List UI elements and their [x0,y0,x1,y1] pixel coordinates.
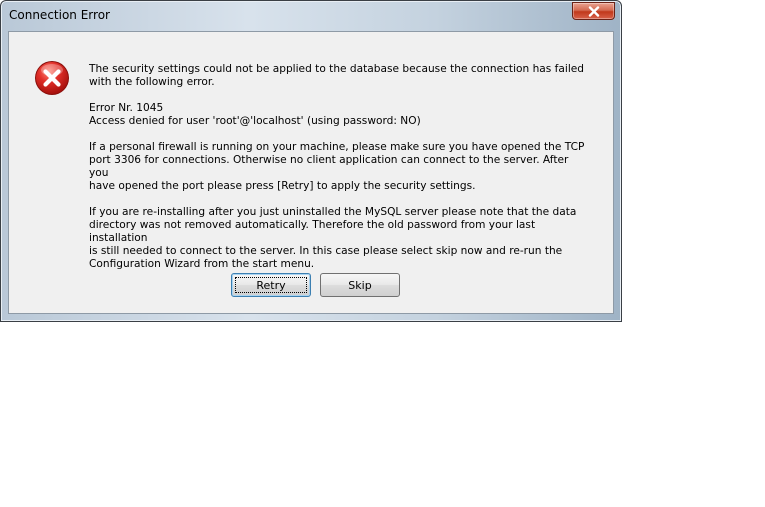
title-bar[interactable]: Connection Error [1,1,621,31]
skip-button-label: Skip [348,278,372,292]
close-icon [588,5,599,17]
retry-button[interactable]: Retry [231,273,311,297]
window-title: Connection Error [9,8,110,22]
message-paragraph-1: The security settings could not be appli… [89,63,585,88]
dialog-body: The security settings could not be appli… [8,31,614,314]
connection-error-dialog: Connection Error The security settings c… [0,0,622,322]
close-button[interactable] [572,2,615,20]
message-paragraph-3: If a personal firewall is running on you… [89,141,585,192]
error-message: The security settings could not be appli… [89,63,589,284]
retry-button-label: Retry [256,278,286,292]
skip-button[interactable]: Skip [320,273,400,297]
message-paragraph-2: Error Nr. 1045 Access denied for user 'r… [89,102,421,127]
error-icon [35,61,69,95]
message-paragraph-4: If you are re-installing after you just … [89,206,577,270]
